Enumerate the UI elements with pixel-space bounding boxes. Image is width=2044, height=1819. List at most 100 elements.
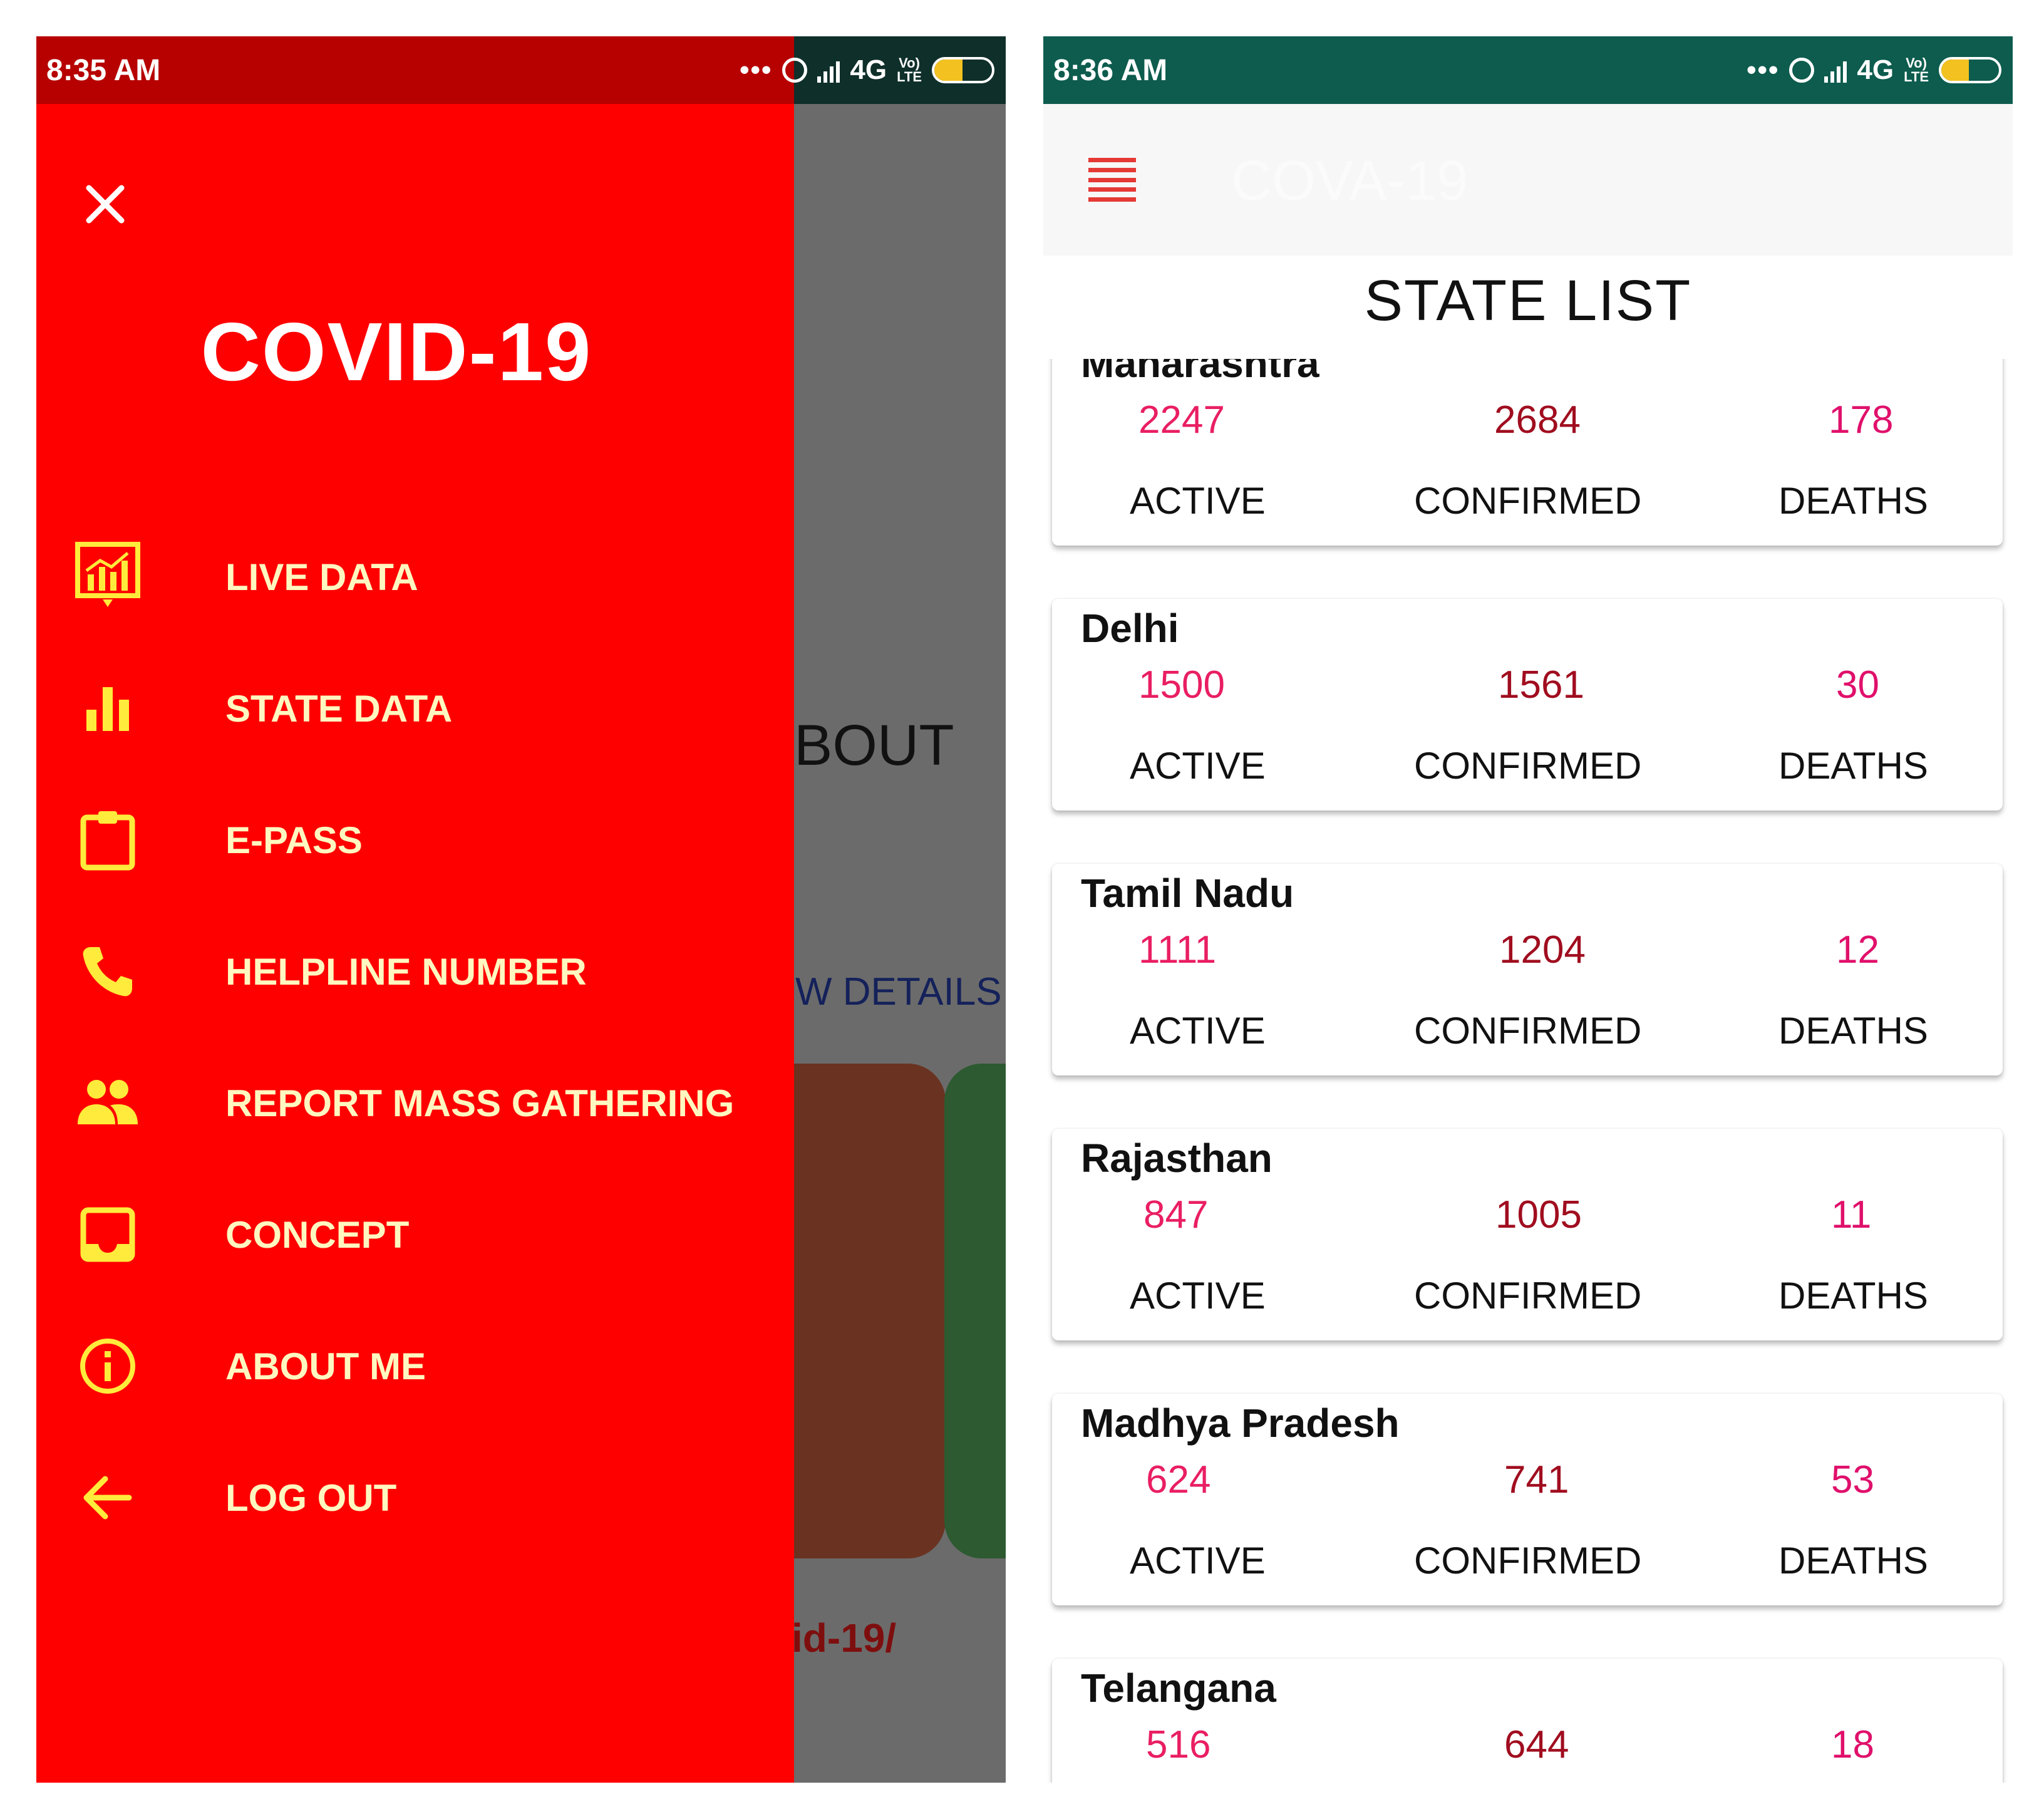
menu-item-report-mass-gathering[interactable]: REPORT MASS GATHERING bbox=[36, 1037, 794, 1169]
confirmed-count: 644 bbox=[1504, 1723, 1569, 1766]
menu-item-concept[interactable]: CONCEPT bbox=[36, 1169, 794, 1300]
menu-label: LIVE DATA bbox=[225, 556, 418, 598]
active-count: 516 bbox=[1146, 1723, 1211, 1766]
deaths-label: DEATHS bbox=[1778, 480, 1928, 522]
background-about-heading: BOUT bbox=[794, 713, 954, 777]
state-card[interactable]: Telangana516ACTIVE644CONFIRMED18DEATHS bbox=[1052, 1659, 2003, 1783]
state-card[interactable]: Rajasthan 847 ACTIVE 1005 CONFIRMED 11 DEATHS bbox=[1052, 1129, 2003, 1340]
active-count: 2247 bbox=[1138, 398, 1225, 442]
live-chart-icon bbox=[73, 542, 143, 612]
state-name: Madhya Pradesh bbox=[1081, 1401, 1400, 1446]
background-details-link: W DETAILS bbox=[795, 970, 1002, 1013]
menu-label: E-PASS bbox=[225, 819, 363, 861]
volte-icon: Vo) LTE bbox=[1904, 55, 1929, 85]
deaths-count: 11 bbox=[1831, 1193, 1872, 1236]
phone-icon bbox=[73, 936, 143, 1007]
state-card[interactable]: Delhi 1500 ACTIVE 1561 CONFIRMED 30 DEATHS bbox=[1052, 599, 2003, 811]
hamburger-menu-icon[interactable] bbox=[1088, 158, 1136, 202]
confirmed-label: CONFIRMED bbox=[1414, 1275, 1642, 1317]
navigation-drawer: COVID-19 LIVE DATA STATE DATA E-PASS HEL… bbox=[36, 104, 794, 1783]
people-icon bbox=[73, 1068, 143, 1138]
right-phone-screen: 8:36 AM ••• 4G Vo)LTE 48 COVA-19 STATE L… bbox=[1043, 36, 2013, 1783]
state-name: Delhi bbox=[1081, 606, 1179, 651]
menu-label: LOG OUT bbox=[225, 1476, 397, 1519]
deaths-count: 12 bbox=[1836, 928, 1879, 972]
deaths-label: DEATHS bbox=[1778, 1010, 1928, 1052]
menu-item-helpline[interactable]: HELPLINE NUMBER bbox=[36, 906, 794, 1037]
menu-item-e-pass[interactable]: E-PASS bbox=[36, 774, 794, 906]
network-type: 4G bbox=[850, 54, 887, 85]
menu-label: CONCEPT bbox=[225, 1213, 410, 1256]
inbox-icon bbox=[73, 1200, 143, 1270]
state-card[interactable]: Maharashtra 2247 ACTIVE 2684 CONFIRMED 178 DEA… bbox=[1052, 359, 2003, 546]
active-label: ACTIVE bbox=[1130, 1540, 1266, 1582]
battery-icon: 48 bbox=[1939, 57, 2001, 83]
network-type: 4G bbox=[1857, 54, 1894, 85]
menu-label: HELPLINE NUMBER bbox=[225, 950, 587, 993]
state-name: Telangana bbox=[1081, 1666, 1276, 1711]
menu-item-state-data[interactable]: STATE DATA bbox=[36, 643, 794, 774]
deaths-count: 178 bbox=[1829, 398, 1894, 442]
confirmed-count: 1005 bbox=[1495, 1193, 1582, 1236]
confirmed-count: 741 bbox=[1504, 1458, 1569, 1501]
signal-icon bbox=[817, 58, 840, 83]
menu-item-about-me[interactable]: ABOUT ME bbox=[36, 1300, 794, 1432]
confirmed-count: 1204 bbox=[1499, 928, 1586, 972]
signal-icon bbox=[1824, 58, 1847, 83]
status-time: 8:35 AM bbox=[46, 53, 161, 87]
left-phone-screen: 8:35 AM ••• 4G Vo)LTE 49 BOUT W DETAILS … bbox=[36, 36, 1006, 1783]
deaths-count: 30 bbox=[1836, 663, 1879, 707]
drawer-title: COVID-19 bbox=[200, 306, 592, 398]
menu-item-live-data[interactable]: LIVE DATA bbox=[36, 511, 794, 643]
confirmed-label: CONFIRMED bbox=[1414, 1540, 1642, 1582]
deaths-count: 53 bbox=[1831, 1458, 1874, 1501]
deaths-label: DEATHS bbox=[1778, 1540, 1928, 1582]
confirmed-count: 2684 bbox=[1494, 398, 1581, 442]
active-count: 1111 bbox=[1138, 928, 1217, 972]
status-time: 8:36 AM bbox=[1053, 53, 1168, 87]
state-name: Rajasthan bbox=[1081, 1136, 1272, 1181]
app-bar: COVA-19 bbox=[1043, 104, 2013, 256]
state-name: Tamil Nadu bbox=[1081, 871, 1294, 916]
battery-icon: 49 bbox=[932, 57, 994, 83]
alarm-icon bbox=[782, 58, 808, 83]
bar-chart-icon bbox=[73, 673, 143, 744]
confirmed-count: 1561 bbox=[1498, 663, 1584, 707]
menu-label: REPORT MASS GATHERING bbox=[225, 1082, 735, 1124]
deaths-label: DEATHS bbox=[1778, 1275, 1928, 1317]
app-title: COVA-19 bbox=[1231, 150, 1468, 212]
drawer-menu: LIVE DATA STATE DATA E-PASS HELPLINE NUM… bbox=[36, 511, 794, 1563]
state-name: Maharashtra bbox=[1081, 359, 1319, 386]
status-bar: 8:36 AM ••• 4G Vo)LTE 48 bbox=[1043, 36, 2013, 104]
alarm-icon bbox=[1789, 58, 1815, 83]
state-list: Maharashtra 2247 ACTIVE 2684 CONFIRMED 178 DEA… bbox=[1043, 359, 2013, 1783]
background-url-text: id-19/ bbox=[792, 1615, 897, 1661]
menu-label: ABOUT ME bbox=[225, 1345, 426, 1387]
active-label: ACTIVE bbox=[1130, 745, 1266, 787]
menu-item-log-out[interactable]: LOG OUT bbox=[36, 1432, 794, 1563]
more-notifications-icon: ••• bbox=[1747, 54, 1780, 85]
deaths-label: DEATHS bbox=[1778, 745, 1928, 787]
active-label: ACTIVE bbox=[1130, 1010, 1266, 1052]
menu-label: STATE DATA bbox=[225, 687, 453, 730]
more-notifications-icon: ••• bbox=[740, 54, 773, 85]
active-count: 624 bbox=[1146, 1458, 1211, 1501]
active-count: 1500 bbox=[1138, 663, 1225, 707]
close-icon[interactable] bbox=[80, 179, 130, 229]
volte-icon: Vo) LTE bbox=[897, 55, 922, 85]
active-label: ACTIVE bbox=[1130, 1275, 1266, 1317]
active-label: ACTIVE bbox=[1130, 480, 1266, 522]
status-bar: 8:35 AM ••• 4G Vo)LTE 49 bbox=[36, 36, 1006, 104]
info-icon bbox=[73, 1331, 143, 1401]
confirmed-label: CONFIRMED bbox=[1414, 745, 1642, 787]
background-card bbox=[944, 1064, 1006, 1558]
arrow-left-icon bbox=[73, 1463, 143, 1533]
clipboard-icon bbox=[73, 805, 143, 875]
active-count: 847 bbox=[1143, 1193, 1209, 1236]
confirmed-label: CONFIRMED bbox=[1414, 1010, 1642, 1052]
state-card[interactable]: Tamil Nadu 1111 ACTIVE 1204 CONFIRMED 12 DEATH… bbox=[1052, 864, 2003, 1075]
confirmed-label: CONFIRMED bbox=[1414, 480, 1642, 522]
deaths-count: 18 bbox=[1831, 1723, 1874, 1766]
state-card[interactable]: Madhya Pradesh 624 ACTIVE 741 CONFIRMED 53 DEA… bbox=[1052, 1394, 2003, 1605]
page-title: STATE LIST bbox=[1364, 269, 1692, 333]
